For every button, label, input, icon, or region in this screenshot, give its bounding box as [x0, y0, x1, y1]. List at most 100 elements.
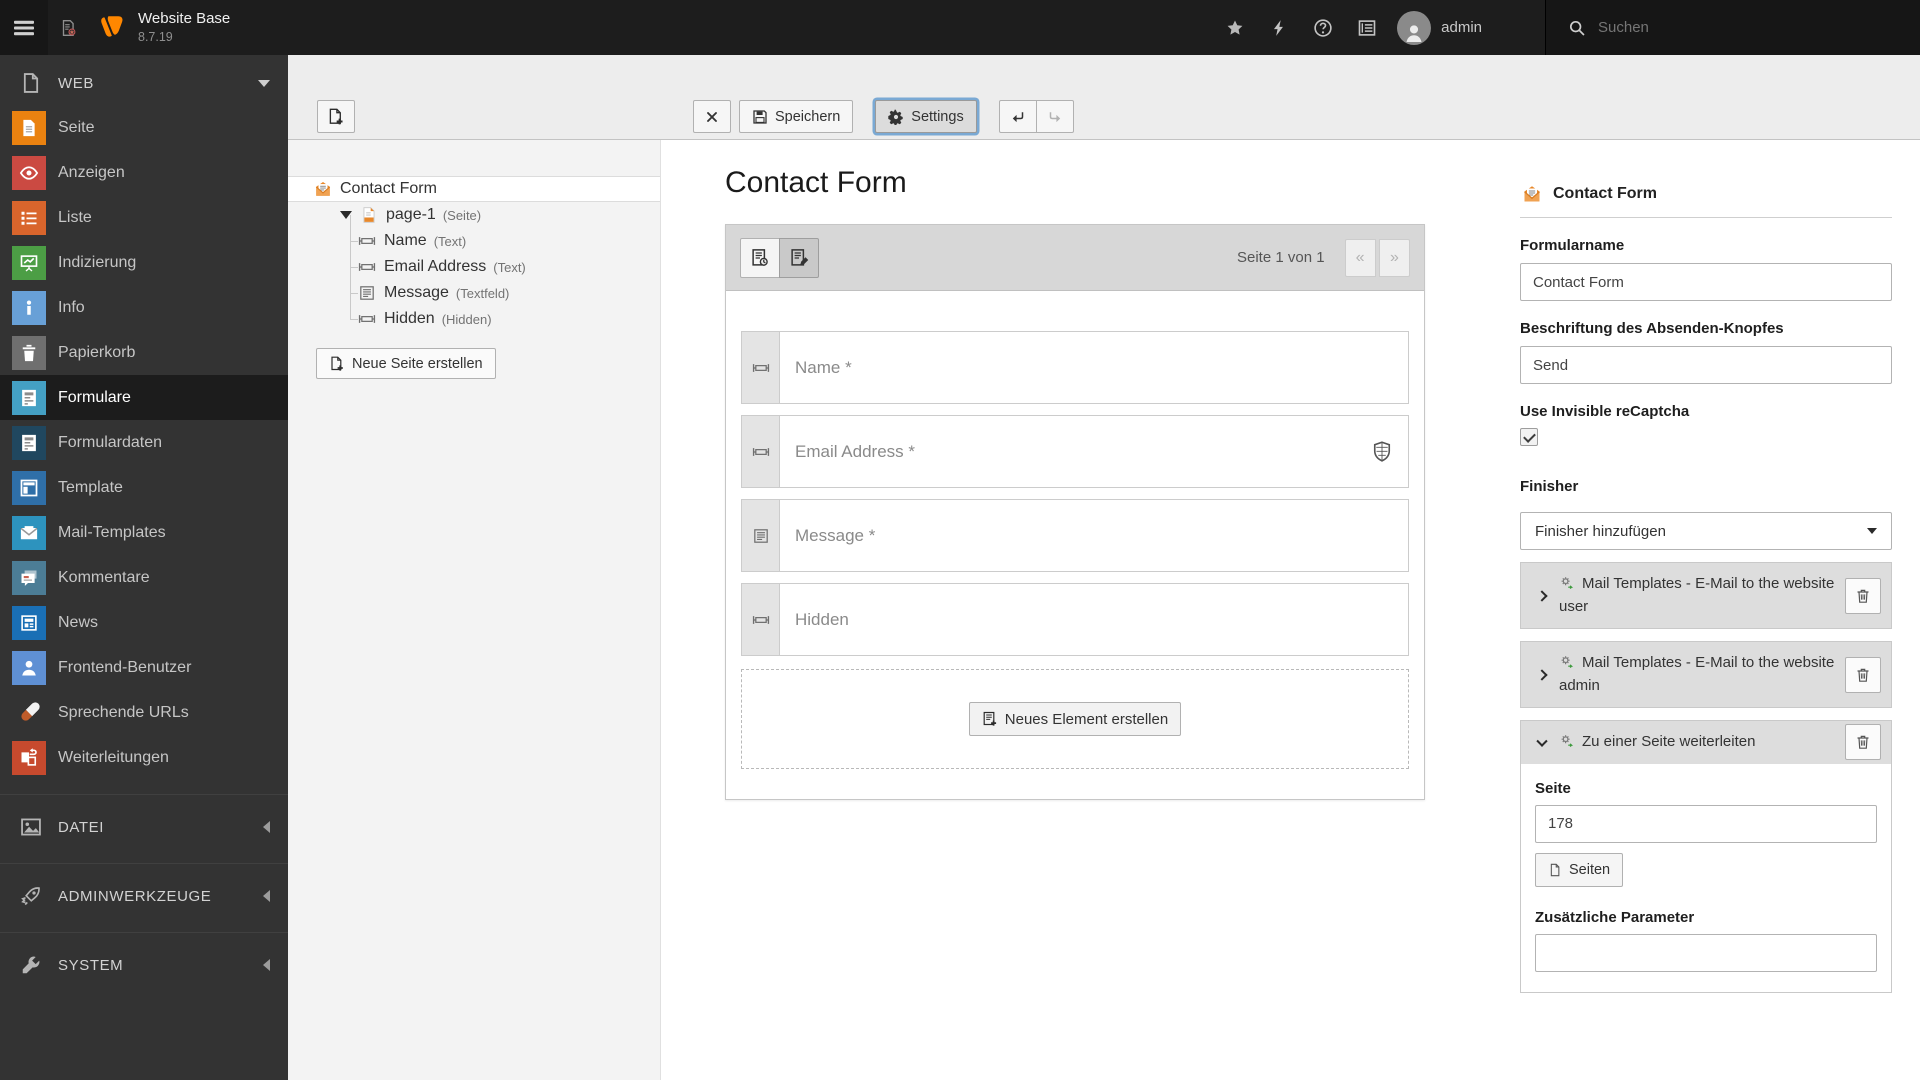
sidebar-section-label: SYSTEM: [58, 957, 123, 974]
sidebar-section-system-header[interactable]: SYSTEM: [0, 943, 288, 987]
help-button[interactable]: [1301, 0, 1345, 55]
system-information-button[interactable]: [1345, 0, 1389, 55]
form-stage: Seite 1 von 1 « » Name * Email Add: [725, 224, 1425, 800]
tree-node-message[interactable]: Message (Textfeld): [288, 280, 660, 306]
form-element-name[interactable]: Name *: [741, 331, 1409, 404]
save-label: Speichern: [775, 109, 840, 125]
finisher-header-email-admin[interactable]: Mail Templates - E-Mail to the website a…: [1520, 641, 1892, 708]
form-name-input[interactable]: [1520, 263, 1892, 301]
undo-button[interactable]: [999, 100, 1037, 133]
sidebar-item-frontend-benutzer[interactable]: Frontend-Benutzer: [0, 645, 288, 690]
bookmarks-button[interactable]: [1213, 0, 1257, 55]
additional-params-input[interactable]: [1535, 934, 1877, 972]
new-element-icon: [982, 711, 998, 727]
abstract-view-button[interactable]: [740, 238, 780, 278]
sidebar-section-system: SYSTEM: [0, 932, 288, 997]
sidebar-item-indizierung[interactable]: Indizierung: [0, 240, 288, 285]
form-element-hidden[interactable]: Hidden: [741, 583, 1409, 656]
finisher-select[interactable]: Finisher hinzufügen: [1520, 512, 1892, 550]
delete-finisher-button[interactable]: [1845, 724, 1881, 760]
forms-module-icon: [12, 381, 46, 415]
sidebar-section-adminwerkzeuge: ADMINWERKZEUGE: [0, 863, 288, 928]
hamburger-icon: [14, 18, 34, 38]
search-input[interactable]: [1598, 19, 1878, 36]
sidebar-item-weiterleitungen[interactable]: Weiterleitungen: [0, 735, 288, 780]
finisher-label: Mail Templates - E-Mail to the website u…: [1559, 575, 1834, 615]
form-structure-panel: Contact Form page-1 (Seite) Name (Text) …: [288, 140, 661, 1080]
finisher-header-redirect[interactable]: Zu einer Seite weiterleiten: [1521, 721, 1891, 764]
view-mode-group: [740, 238, 819, 278]
new-page-label: Neue Seite erstellen: [352, 356, 483, 372]
element-drag-handle[interactable]: [742, 500, 780, 571]
stage-pagination: Seite 1 von 1 « »: [1237, 239, 1410, 277]
sidebar-item-template[interactable]: Template: [0, 465, 288, 510]
sidebar-section-label: DATEI: [58, 819, 104, 836]
sidebar-item-seite[interactable]: Seite: [0, 105, 288, 150]
tree-node-type: (Text): [434, 234, 467, 249]
opendocs-icon[interactable]: [48, 0, 88, 55]
form-element-email-address[interactable]: Email Address *: [741, 415, 1409, 488]
sidebar-item-papierkorb[interactable]: Papierkorb: [0, 330, 288, 375]
sidebar-section-datei-header[interactable]: DATEI: [0, 805, 288, 849]
tree-node-email-address[interactable]: Email Address (Text): [288, 254, 660, 280]
mail-templates-module-icon: [12, 516, 46, 550]
sidebar-item-news[interactable]: News: [0, 600, 288, 645]
chevron-down-icon: [258, 80, 270, 87]
sidebar-item-formulardaten[interactable]: Formulardaten: [0, 420, 288, 465]
next-page-button[interactable]: »: [1379, 239, 1410, 277]
system-section-icon: [18, 954, 44, 976]
sidebar-item-sprechende-urls[interactable]: Sprechende URLs: [0, 690, 288, 735]
settings-button[interactable]: Settings: [875, 100, 976, 133]
save-button[interactable]: Speichern: [739, 100, 853, 133]
clear-cache-button[interactable]: [1257, 0, 1301, 55]
tree-node-contact-form[interactable]: Contact Form: [288, 176, 660, 202]
user-menu[interactable]: admin: [1397, 11, 1482, 45]
gear-icon: [888, 109, 904, 125]
sidebar-section-web-header[interactable]: WEB: [0, 61, 288, 105]
finisher-gear-icon: [1559, 733, 1575, 749]
tree-node-hidden[interactable]: Hidden (Hidden): [288, 306, 660, 332]
submit-button-text-input[interactable]: [1520, 346, 1892, 384]
element-drag-handle[interactable]: [742, 416, 780, 487]
inspector-title: Contact Form: [1553, 185, 1657, 203]
redirect-page-input[interactable]: [1535, 805, 1877, 843]
menu-toggle-button[interactable]: [0, 0, 48, 55]
close-icon: [704, 109, 720, 125]
recaptcha-checkbox[interactable]: [1520, 428, 1538, 446]
tree-node-type: (Hidden): [442, 312, 492, 327]
tree-node-page-1[interactable]: page-1 (Seite): [288, 202, 660, 228]
typo3-backend: Website Base 8.7.19 admin WEB: [0, 0, 1920, 1080]
pages-browse-button[interactable]: Seiten: [1535, 853, 1623, 887]
delete-finisher-button[interactable]: [1845, 578, 1881, 614]
form-element-message[interactable]: Message *: [741, 499, 1409, 572]
new-page-button[interactable]: Neue Seite erstellen: [316, 348, 496, 379]
username-label: admin: [1441, 19, 1482, 36]
top-bar-tools: admin: [1213, 0, 1920, 55]
previous-page-button[interactable]: «: [1345, 239, 1376, 277]
sidebar-item-mail-templates[interactable]: Mail-Templates: [0, 510, 288, 555]
sidebar-section-label: WEB: [58, 75, 94, 92]
redo-button[interactable]: [1036, 100, 1074, 133]
tree-node-name[interactable]: Name (Text): [288, 228, 660, 254]
element-drag-handle[interactable]: [742, 584, 780, 655]
element-drag-handle[interactable]: [742, 332, 780, 403]
sidebar-item-kommentare[interactable]: Kommentare: [0, 555, 288, 600]
module-body: Contact Form Seite 1 von 1 « »: [661, 140, 1920, 1080]
delete-finisher-button[interactable]: [1845, 657, 1881, 693]
file-section-icon: [18, 816, 44, 838]
new-element-button[interactable]: Neues Element erstellen: [969, 702, 1181, 736]
sidebar-item-liste[interactable]: Liste: [0, 195, 288, 240]
close-button[interactable]: [693, 100, 731, 133]
preview-view-button[interactable]: [779, 238, 819, 278]
sidebar-section-adminwerkzeuge-header[interactable]: ADMINWERKZEUGE: [0, 874, 288, 918]
trash-icon: [1855, 667, 1871, 683]
new-form-button[interactable]: [317, 100, 355, 133]
site-info: Website Base 8.7.19: [138, 10, 230, 45]
finisher-heading: Finisher: [1520, 478, 1892, 495]
sidebar-item-anzeigen[interactable]: Anzeigen: [0, 150, 288, 195]
pagination-buttons: « »: [1345, 239, 1410, 277]
sidebar-item-formulare[interactable]: Formulare: [0, 375, 288, 420]
finisher-header-email-user[interactable]: Mail Templates - E-Mail to the website u…: [1520, 562, 1892, 629]
sidebar-item-info[interactable]: Info: [0, 285, 288, 330]
validator-shield-icon: [1372, 440, 1392, 463]
